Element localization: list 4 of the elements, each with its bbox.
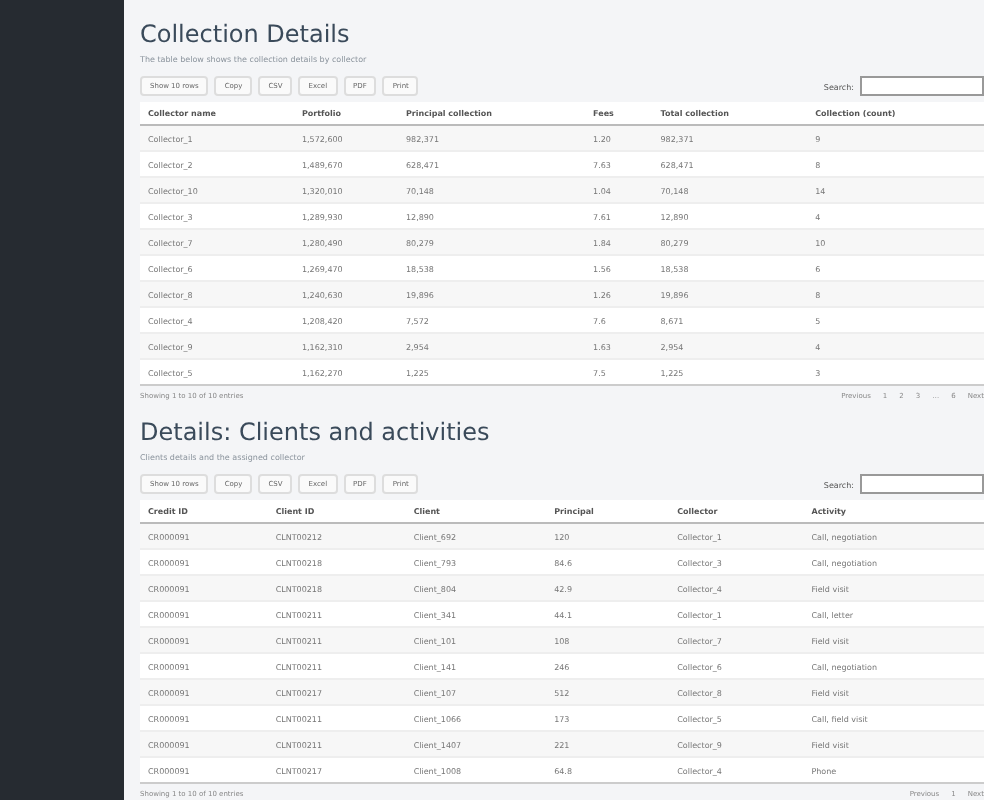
section-title: Details: Clients and activities <box>140 418 492 446</box>
section-title: Collection Details <box>140 20 352 48</box>
search-field[interactable] <box>860 474 984 494</box>
search-field[interactable] <box>860 76 984 96</box>
